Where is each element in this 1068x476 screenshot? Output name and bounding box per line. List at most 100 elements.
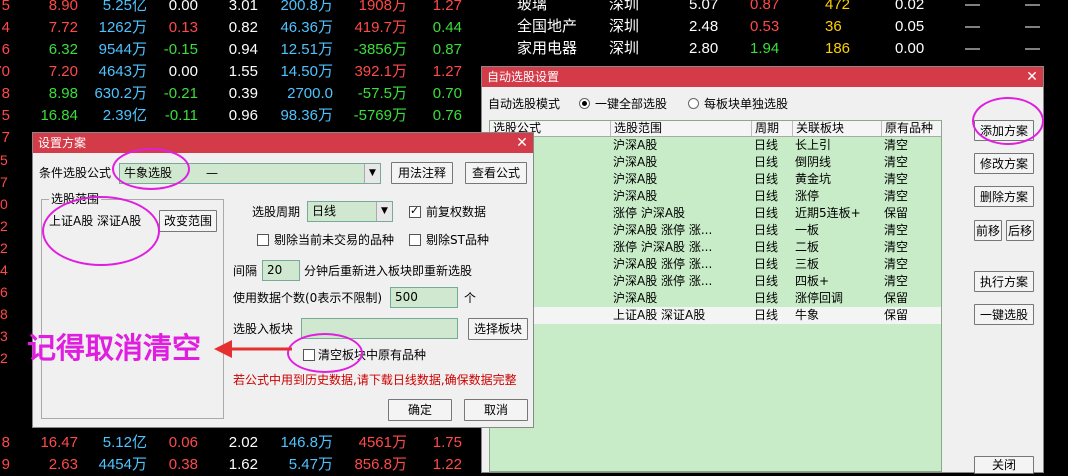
table-row[interactable]: +沪深A股 涨停 涨...日线四板+清空 <box>490 273 941 290</box>
sector-cell: 全国地产 <box>517 18 578 35</box>
table-cell: 日线 <box>754 223 779 237</box>
mode-option-each[interactable]: 每板块单独选股 <box>704 96 788 112</box>
col-range[interactable]: 选股范围 <box>610 121 751 136</box>
stock-cell: 12.51万 <box>280 41 333 58</box>
table-row[interactable]: 选股上证A股 深证A股日线牛象保留 <box>490 307 941 324</box>
stock-cell: 146.8万 <box>280 434 333 451</box>
highlight-ellipse-clear <box>287 333 363 373</box>
table-row[interactable]: 复盘沪深A股日线涨停清空 <box>490 188 941 205</box>
delete-scheme-button[interactable]: 删除方案 <box>974 186 1034 207</box>
table-cell: 清空 <box>884 189 909 203</box>
col-board[interactable]: 关联板块 <box>792 121 881 136</box>
stock-cell: 1908万 <box>358 0 407 14</box>
cancel-button[interactable]: 取消 <box>464 399 528 421</box>
mode-radio-all[interactable] <box>579 98 590 109</box>
chevron-down-icon[interactable]: ▼ <box>376 202 392 221</box>
exclude-untraded-checkbox[interactable] <box>257 234 269 246</box>
stock-cell: -0.15 <box>163 41 198 58</box>
data-count-unit: 个 <box>464 291 477 305</box>
table-row[interactable]: 反包沪深A股日线倒阴线清空 <box>490 154 941 171</box>
sector-cell: 1.94 <box>750 40 780 57</box>
highlight-ellipse-formula <box>112 148 190 190</box>
sector-cell: 深圳 <box>609 18 640 35</box>
sector-cell: 0.05 <box>895 18 925 35</box>
one-click-select-button[interactable]: 一键选股 <box>974 304 1034 325</box>
interval-input[interactable]: 20 <box>262 260 300 281</box>
table-cell: 保留 <box>884 308 909 322</box>
fq-checkbox[interactable] <box>409 204 421 218</box>
table-row[interactable]: 回调沪深A股日线涨停回调保留 <box>490 290 941 307</box>
ok-button[interactable]: 确定 <box>388 399 452 421</box>
table-row[interactable]: 影沪深A股日线长上引清空 <box>490 137 941 154</box>
sector-row[interactable]: 玻璃 深圳 5.07 0.87 472 0.02 — — <box>505 0 1068 16</box>
stock-row[interactable]: 6 6.32 9544万 -0.15 0.94 12.51万 -3856万 0.87 <box>0 39 480 61</box>
sector-row[interactable]: 家用电器 深圳 2.80 1.94 186 0.00 — — <box>505 38 1068 60</box>
col-original[interactable]: 原有品种 <box>881 121 941 136</box>
stock-cell: 0.06 <box>168 434 198 451</box>
table-cell: 日线 <box>754 155 779 169</box>
stock-row[interactable]: 4 7.72 1262万 0.13 0.82 46.36万 419.7万 0.44 <box>0 17 480 39</box>
close-dialog-button[interactable]: 关闭 <box>974 456 1034 474</box>
exclude-st-checkbox[interactable] <box>409 234 421 246</box>
table-cell: 日线 <box>754 138 779 152</box>
stock-row[interactable]: 70 7.20 4643万 0.00 1.55 14.50万 392.1万 1.27 <box>0 61 480 83</box>
run-scheme-button[interactable]: 执行方案 <box>974 271 1034 292</box>
table-row[interactable]: 涨停 沪深A股 涨... 日线 二板 清空 <box>490 239 941 256</box>
data-count-input[interactable]: 500 <box>390 287 458 308</box>
stock-cell: 2.39亿 <box>102 107 147 124</box>
mode-option-all[interactable]: 一键全部选股 <box>595 96 667 112</box>
stock-cell: -3856万 <box>353 41 407 58</box>
table-cell: 日线 <box>754 274 779 288</box>
mode-radio-each[interactable] <box>688 98 699 109</box>
sector-row[interactable]: 全国地产 深圳 2.48 0.53 36 0.05 — — <box>505 16 1068 38</box>
stock-row[interactable]: 8 8.98 630.2万 -0.21 0.39 2700.0 -57.5万 0.70 <box>0 83 480 105</box>
stock-row[interactable]: 5 8.90 5.25亿 0.00 3.01 200.8万 1908万 1.27 <box>0 0 480 17</box>
table-row[interactable]: 坑沪深A股日线黄金坑清空 <box>490 171 941 188</box>
stock-cell: 9544万 <box>98 41 147 58</box>
view-formula-button[interactable]: 查看公式 <box>465 162 527 184</box>
stock-row[interactable]: 5 16.84 2.39亿 -0.11 0.96 98.36万 -5769万 0.76 <box>0 105 480 127</box>
table-cell: 清空 <box>884 274 909 288</box>
close-icon[interactable]: ✕ <box>1025 67 1039 87</box>
choose-board-button[interactable]: 选择板块 <box>468 318 528 340</box>
stock-cell: 8.98 <box>48 85 78 102</box>
stock-cell: 8 <box>1 434 10 451</box>
fq-label[interactable]: 前复权数据 <box>426 204 486 220</box>
edit-scheme-button[interactable]: 修改方案 <box>974 153 1034 174</box>
stock-cell: 8 <box>1 85 10 102</box>
stock-cell-edge: 2 <box>0 218 8 234</box>
exclude-st-label[interactable]: 剔除ST品种 <box>426 232 489 248</box>
col-period[interactable]: 周期 <box>751 121 792 136</box>
stock-cell-edge: 5 <box>0 152 8 168</box>
scheme-list-table[interactable]: 选股公式 选股范围 周期 关联板块 原有品种 影沪深A股日线长上引清空反包沪深A… <box>489 120 942 472</box>
table-cell: 日线 <box>754 240 779 254</box>
usage-note-button[interactable]: 用法注释 <box>391 162 453 184</box>
chevron-down-icon[interactable]: ▼ <box>364 164 380 183</box>
table-cell: 三板 <box>795 257 820 271</box>
stock-row[interactable]: 8 16.47 5.12亿 0.06 2.02 146.8万 4561万 1.75 <box>0 432 480 454</box>
table-row[interactable]: 沪深A股 涨停 涨... 日线 一板 清空 <box>490 222 941 239</box>
board-label: 选股入板块 <box>233 322 294 336</box>
period-select[interactable]: 日线 ▼ <box>307 201 393 222</box>
table-cell: 日线 <box>754 257 779 271</box>
sector-cell: 0.53 <box>750 18 780 35</box>
table-cell: 保留 <box>884 291 909 305</box>
table-cell: 日线 <box>754 308 779 322</box>
table-cell: 沪深A股 涨停 涨... <box>613 223 713 237</box>
table-row[interactable]: 5连板涨停 沪深A股日线近期5连板+保留 <box>490 205 941 222</box>
exclude-untraded-label[interactable]: 剔除当前未交易的品种 <box>274 232 394 248</box>
stock-cell: 0.87 <box>432 41 462 58</box>
change-range-button[interactable]: 改变范围 <box>159 210 217 232</box>
table-row[interactable]: 沪深A股 涨停 涨... 日线 三板 清空 <box>490 256 941 273</box>
arrow-icon <box>214 340 292 358</box>
stock-cell-edge: 2 <box>0 350 8 366</box>
stock-cell: 7.72 <box>48 19 78 36</box>
move-down-button[interactable]: 后移 <box>1006 220 1034 241</box>
period-label: 选股周期 <box>252 205 301 219</box>
stock-cell: 3.01 <box>228 0 258 14</box>
data-count-label: 使用数据个数(0表示不限制) <box>233 291 382 305</box>
table-cell: 清空 <box>884 240 909 254</box>
close-icon[interactable]: ✕ <box>515 133 529 153</box>
move-up-button[interactable]: 前移 <box>974 220 1002 241</box>
stock-cell: 4561万 <box>358 434 407 451</box>
